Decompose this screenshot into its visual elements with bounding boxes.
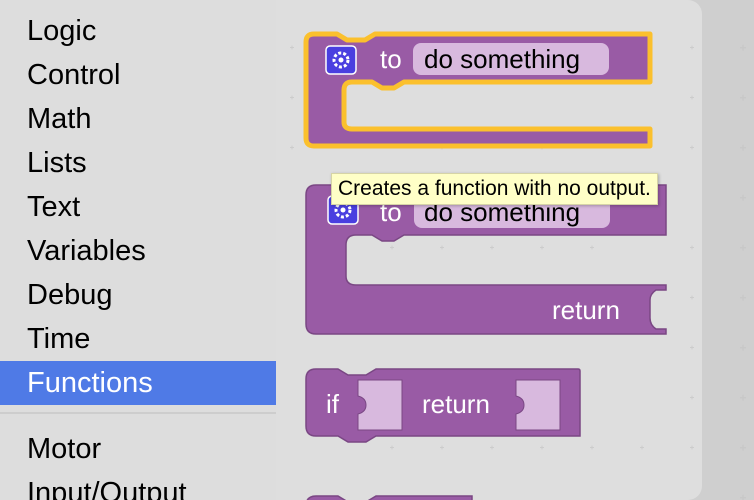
toolbox-category-functions[interactable]: Functions: [0, 361, 276, 405]
procedure-if-return-block[interactable]: if return: [305, 368, 581, 443]
gear-icon[interactable]: [325, 45, 357, 75]
block-flyout: to do something to do something return i…: [276, 0, 702, 500]
block-tooltip: Creates a function with no output.: [331, 173, 658, 205]
block3-return-label: return: [422, 389, 490, 419]
block3-if-label: if: [326, 389, 340, 419]
block1-to-label: to: [380, 44, 402, 74]
toolbox-category-motor[interactable]: Motor: [0, 427, 276, 471]
partial-block[interactable]: [306, 495, 473, 500]
toolbox-category-control[interactable]: Control: [0, 53, 276, 97]
toolbox-category-time[interactable]: Time: [0, 317, 276, 361]
toolbox-category-math[interactable]: Math: [0, 97, 276, 141]
toolbox: Logic Control Math Lists Text Variables …: [0, 0, 276, 500]
block1-name-field[interactable]: do something: [424, 44, 580, 74]
procedure-no-return-block[interactable]: to do something: [303, 31, 653, 149]
toolbox-category-lists[interactable]: Lists: [0, 141, 276, 185]
toolbox-category-logic[interactable]: Logic: [0, 9, 276, 53]
toolbox-category-debug[interactable]: Debug: [0, 273, 276, 317]
toolbox-category-text[interactable]: Text: [0, 185, 276, 229]
toolbox-separator: [0, 412, 276, 414]
toolbox-category-input-output[interactable]: Input/Output: [0, 471, 276, 500]
toolbox-category-variables[interactable]: Variables: [0, 229, 276, 273]
procedure-with-return-block[interactable]: to do something return: [305, 184, 667, 335]
flyout-canvas: to do something to do something return i…: [290, 31, 694, 500]
block2-return-label: return: [552, 295, 620, 325]
